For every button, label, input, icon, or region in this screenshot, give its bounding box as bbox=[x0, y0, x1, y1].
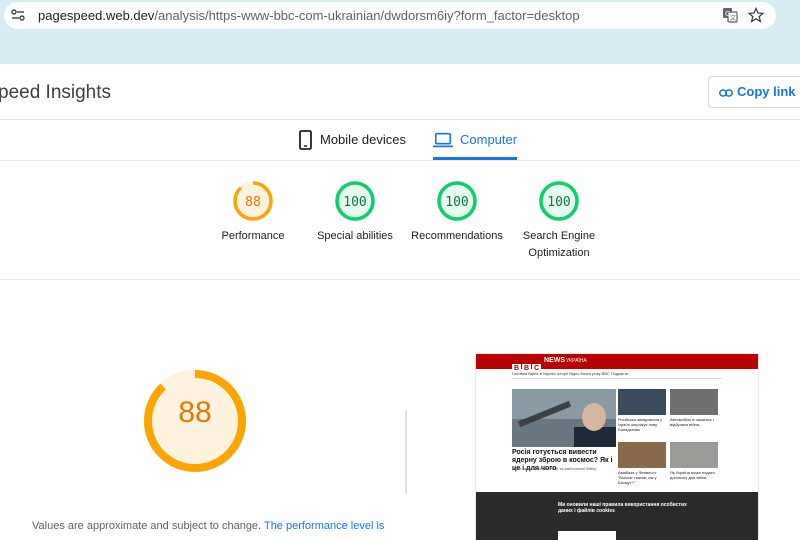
bbc-edition-label: УКРАЇНА bbox=[566, 358, 587, 364]
address-bar[interactable]: pagespeed.web.dev/analysis/https-www-bbc… bbox=[4, 2, 776, 29]
score-value: 100 bbox=[547, 195, 571, 210]
copy-link-button[interactable]: Copy link bbox=[708, 76, 800, 108]
link-icon bbox=[719, 89, 733, 97]
story-title: Російська авіаурагала у Ізраїлі загрожує… bbox=[618, 417, 663, 432]
site-info-icon[interactable] bbox=[10, 7, 26, 23]
tab-label: Computer bbox=[460, 132, 518, 147]
page-title: peed Insights bbox=[0, 82, 112, 103]
bbc-news-label: NEWS bbox=[544, 357, 565, 364]
page-screenshot-thumbnail: BBC NEWS УКРАЇНА Головна Війна в Україні… bbox=[476, 354, 758, 540]
story-image bbox=[670, 389, 718, 415]
cookie-button bbox=[558, 531, 616, 540]
device-tabs: Mobile devices Computer bbox=[0, 120, 800, 161]
story-image bbox=[670, 442, 718, 468]
thumbnail-nav: Головна Війна в Україні Історії Відео Кн… bbox=[512, 371, 629, 376]
score-gauge-seo[interactable]: 100 Search Engine Optimization bbox=[499, 180, 619, 262]
browser-toolbar: pagespeed.web.dev/analysis/https-www-bbc… bbox=[0, 0, 800, 64]
copy-link-label: Copy link bbox=[737, 84, 796, 99]
tab-mobile-devices[interactable]: Mobile devices bbox=[296, 128, 416, 161]
svg-text:文: 文 bbox=[730, 14, 736, 22]
cookie-title: Ми оновили наші правила використання осо… bbox=[558, 502, 687, 514]
story-image bbox=[618, 389, 666, 415]
url-text[interactable]: pagespeed.web.dev/analysis/https-www-bbc… bbox=[38, 8, 580, 23]
star-icon[interactable] bbox=[748, 7, 764, 23]
story-image bbox=[618, 442, 666, 468]
translate-icon[interactable]: G 文 bbox=[722, 7, 738, 23]
laptop-icon bbox=[433, 132, 453, 148]
phone-icon bbox=[299, 130, 312, 150]
section-divider bbox=[405, 410, 407, 494]
tab-label: Mobile devices bbox=[320, 132, 406, 147]
approximate-values-note: Values are approximate and subject to ch… bbox=[32, 520, 384, 532]
nav-divider bbox=[512, 378, 722, 379]
bbc-header-bar: BBC NEWS УКРАЇНА bbox=[476, 354, 758, 373]
performance-level-link[interactable]: The performance level is bbox=[264, 520, 384, 532]
performance-score: 88 bbox=[178, 396, 212, 429]
scores-summary: 88 Performance 100 Special abilities 100… bbox=[0, 160, 800, 280]
story-title: Авіабаза у Фенвичні: "Більше тижнів, кіж… bbox=[618, 470, 657, 485]
url-host: pagespeed.web.dev bbox=[38, 8, 155, 23]
note-text: Values are approximate and subject to ch… bbox=[32, 520, 262, 532]
url-path: /analysis/https-www-bbc-com-ukrainian/dw… bbox=[154, 8, 580, 23]
story-title: Автомобіль в шматках і відбулися війни..… bbox=[670, 417, 714, 427]
story-title: Як Україна може подати допомогу для війн… bbox=[670, 470, 715, 480]
cookie-banner: Ми оновили наші правила використання осо… bbox=[476, 492, 758, 540]
hero-image bbox=[512, 389, 616, 447]
score-label: Search Engine Optimization bbox=[522, 230, 596, 259]
app-header: peed Insights Copy link bbox=[0, 64, 800, 120]
performance-gauge-large: 88 bbox=[140, 366, 250, 476]
thumbnail-subtext: Нове американське Росії та рабочтиної Ві… bbox=[512, 466, 597, 471]
